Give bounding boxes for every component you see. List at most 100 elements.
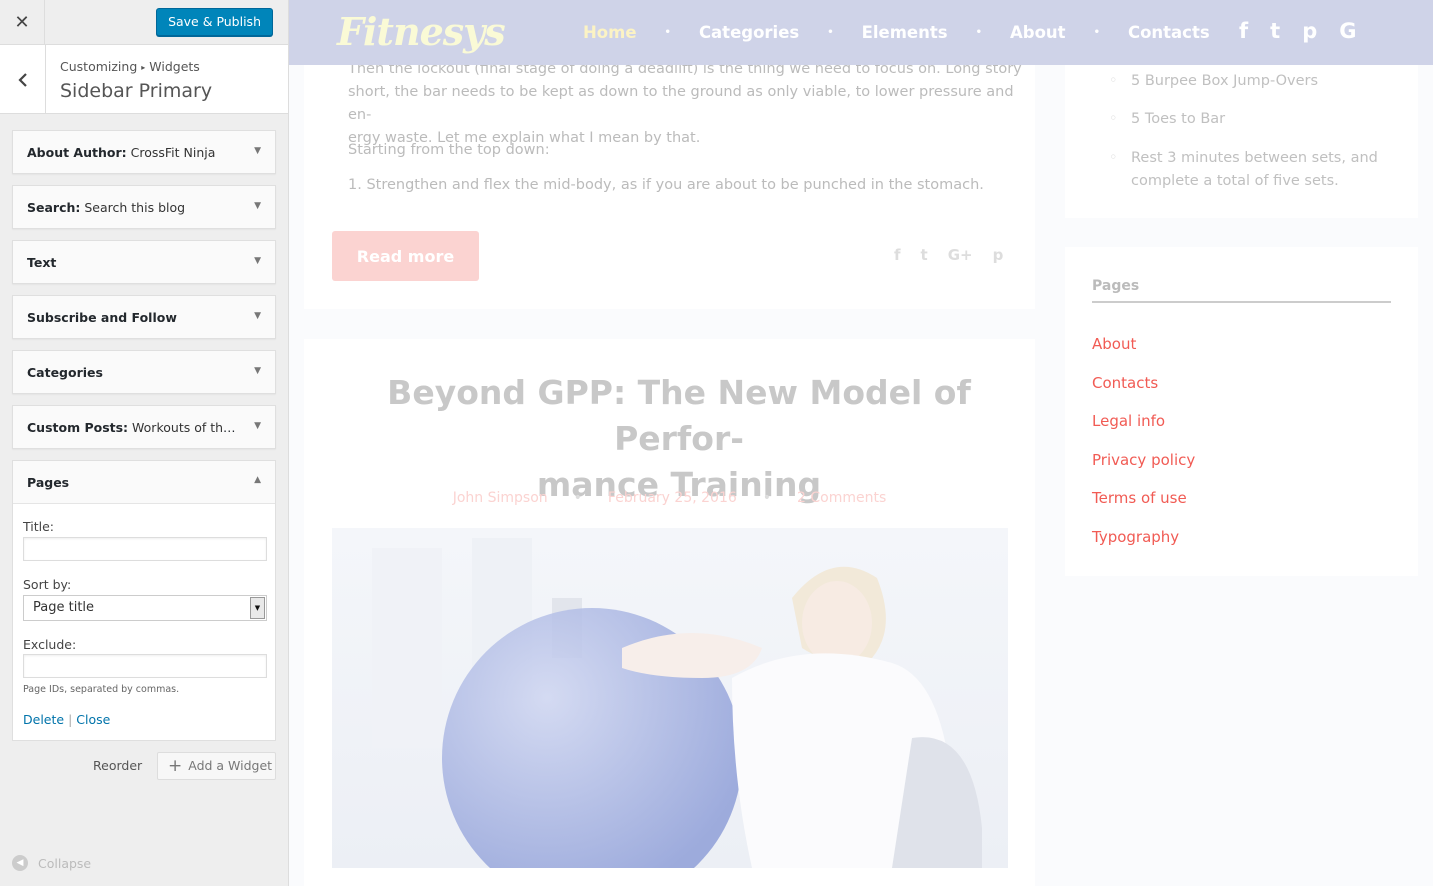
section-header: Customizing ▸ Widgets Sidebar Primary — [0, 45, 288, 114]
triangle-down-icon[interactable]: ▼ — [254, 311, 261, 321]
post-date: February 25, 2016 — [607, 490, 737, 506]
post-comments[interactable]: 2 Comments — [797, 490, 886, 506]
menu-home[interactable]: Home — [583, 23, 637, 42]
widget-type: Subscribe and Follow — [27, 310, 177, 325]
collapse-label: Collapse — [38, 855, 92, 871]
widget-pages-expanded: Pages ▲ Title: Sort by: Page title ▼ Exc… — [12, 460, 276, 741]
google-icon[interactable]: G — [1339, 19, 1356, 43]
menu-separator: • — [664, 27, 671, 38]
delete-link[interactable]: Delete — [23, 712, 64, 727]
action-separator: | — [68, 712, 73, 727]
site-logo[interactable]: Fitnesys — [337, 9, 506, 54]
close-customizer-button[interactable]: ✕ — [0, 0, 45, 44]
add-widget-label: Add a Widget — [188, 758, 273, 773]
triangle-down-icon[interactable]: ▼ — [254, 421, 261, 431]
bullet-icon: ◦ — [1109, 111, 1118, 127]
meta-separator: • — [573, 490, 582, 506]
page-link-typography[interactable]: Typography — [1092, 528, 1179, 546]
menu-contacts[interactable]: Contacts — [1128, 23, 1210, 42]
exclude-input[interactable] — [23, 654, 267, 678]
save-publish-button[interactable]: Save & Publish — [156, 8, 273, 36]
post-meta: John Simpson • February 25, 2016 • 2 Comment… — [332, 490, 1007, 506]
breadcrumb: Customizing ▸ Widgets — [60, 59, 200, 74]
triangle-down-icon[interactable]: ▼ — [254, 201, 261, 211]
collapse-icon: ◀ — [12, 855, 28, 871]
widget-type: About Author: — [27, 145, 127, 160]
site-navigation: Fitnesys Home • Categories • Elements • … — [289, 0, 1433, 65]
chevron-left-icon — [17, 72, 27, 87]
post-paragraph: Starting from the top down: — [348, 142, 550, 158]
widget-type: Categories — [27, 365, 103, 380]
widget-categories[interactable]: Categories ▼ — [12, 350, 276, 394]
customizer-panel: ✕ Save & Publish Customizing ▸ Widgets Sid… — [0, 0, 289, 886]
sortby-value: Page title — [33, 600, 95, 615]
social-icons: f t p G — [1239, 19, 1356, 43]
widget-custom-posts[interactable]: Custom Posts: Workouts of the d... ▼ — [12, 405, 276, 449]
pinterest-icon[interactable]: p — [1302, 19, 1317, 43]
widget-instance: CrossFit Ninja — [126, 145, 216, 160]
post-paragraph: Then the lockout (final stage of doing a… — [348, 58, 1035, 150]
menu-separator: • — [975, 27, 982, 38]
section-title: Sidebar Primary — [60, 80, 213, 102]
exclude-hint: Page IDs, separated by commas. — [23, 684, 180, 695]
collapse-button[interactable]: ◀ Collapse — [12, 855, 91, 871]
menu-separator: • — [1093, 27, 1100, 38]
workout-text: 5 Burpee Box Jump-Overs — [1131, 73, 1319, 89]
workout-text: complete a total of five sets. — [1131, 173, 1339, 189]
widget-about-author[interactable]: About Author: CrossFit Ninja ▼ — [12, 130, 276, 174]
facebook-icon[interactable]: f — [1239, 19, 1248, 43]
google-plus-icon[interactable]: G+ — [948, 246, 973, 264]
page-link-contacts[interactable]: Contacts — [1092, 374, 1158, 392]
workout-list-item: ◦ 5 Burpee Box Jump-Overs — [1109, 70, 1319, 93]
fitness-ball-woman-image — [332, 528, 1008, 868]
post-author[interactable]: John Simpson — [453, 490, 548, 506]
triangle-up-icon[interactable]: ▲ — [254, 475, 261, 485]
page-link-legal-info[interactable]: Legal info — [1092, 412, 1165, 430]
triangle-down-icon[interactable]: ▼ — [254, 146, 261, 156]
breadcrumb-widgets: Widgets — [149, 59, 200, 74]
menu-about[interactable]: About — [1010, 23, 1066, 42]
bullet-icon: ◦ — [1109, 73, 1118, 89]
workout-list-item: ◦ Rest 3 minutes between sets, and compl… — [1109, 147, 1378, 193]
post-title[interactable]: Beyond GPP: The New Model of Perfor- man… — [329, 370, 1029, 508]
widget-pages-header[interactable]: Pages ▲ — [13, 461, 275, 504]
pinterest-icon[interactable]: p — [993, 246, 1004, 264]
site-preview: Then the lockout (final stage of doing a… — [289, 0, 1433, 886]
sortby-select[interactable]: Page title ▼ — [23, 595, 267, 621]
widget-type: Text — [27, 255, 57, 270]
workout-list-item: ◦ 5 Toes to Bar — [1109, 108, 1225, 131]
widget-search[interactable]: Search: Search this blog ▼ — [12, 185, 276, 229]
reorder-button[interactable]: Reorder — [93, 758, 142, 773]
read-more-button[interactable]: Read more — [332, 231, 479, 281]
widget-subscribe-follow[interactable]: Subscribe and Follow ▼ — [12, 295, 276, 339]
post-featured-image[interactable] — [332, 528, 1008, 868]
bullet-icon: ◦ — [1109, 150, 1118, 166]
meta-separator: • — [762, 490, 772, 506]
breadcrumb-separator: ▸ — [141, 63, 146, 72]
page-link-terms-of-use[interactable]: Terms of use — [1092, 489, 1187, 507]
widget-actions: Delete | Close — [23, 712, 110, 727]
triangle-down-icon[interactable]: ▼ — [254, 366, 261, 376]
widget-text[interactable]: Text ▼ — [12, 240, 276, 284]
back-button[interactable] — [0, 45, 46, 114]
sortby-label: Sort by: — [23, 577, 72, 592]
title-input[interactable] — [23, 537, 267, 561]
close-icon: ✕ — [14, 11, 30, 33]
add-widget-button[interactable]: + Add a Widget — [157, 752, 276, 780]
twitter-icon[interactable]: t — [921, 246, 928, 264]
menu-elements[interactable]: Elements — [862, 23, 948, 42]
triangle-down-icon[interactable]: ▼ — [254, 256, 261, 266]
menu-categories[interactable]: Categories — [699, 23, 799, 42]
breadcrumb-customizing: Customizing — [60, 59, 138, 74]
pages-widget-preview: Pages About Contacts Legal info Privacy … — [1065, 247, 1418, 576]
post-paragraph: 1. Strengthen and flex the mid-body, as … — [348, 177, 984, 193]
widget-type: Pages — [27, 475, 70, 490]
widget-instance: Search this blog — [80, 200, 186, 215]
post-line: short, the bar needs to be kept as down … — [348, 84, 1014, 123]
twitter-icon[interactable]: t — [1270, 19, 1280, 43]
page-link-about[interactable]: About — [1092, 335, 1136, 353]
page-link-privacy-policy[interactable]: Privacy policy — [1092, 451, 1195, 469]
facebook-icon[interactable]: f — [894, 246, 901, 264]
widget-type: Search: — [27, 200, 81, 215]
close-link[interactable]: Close — [76, 712, 110, 727]
